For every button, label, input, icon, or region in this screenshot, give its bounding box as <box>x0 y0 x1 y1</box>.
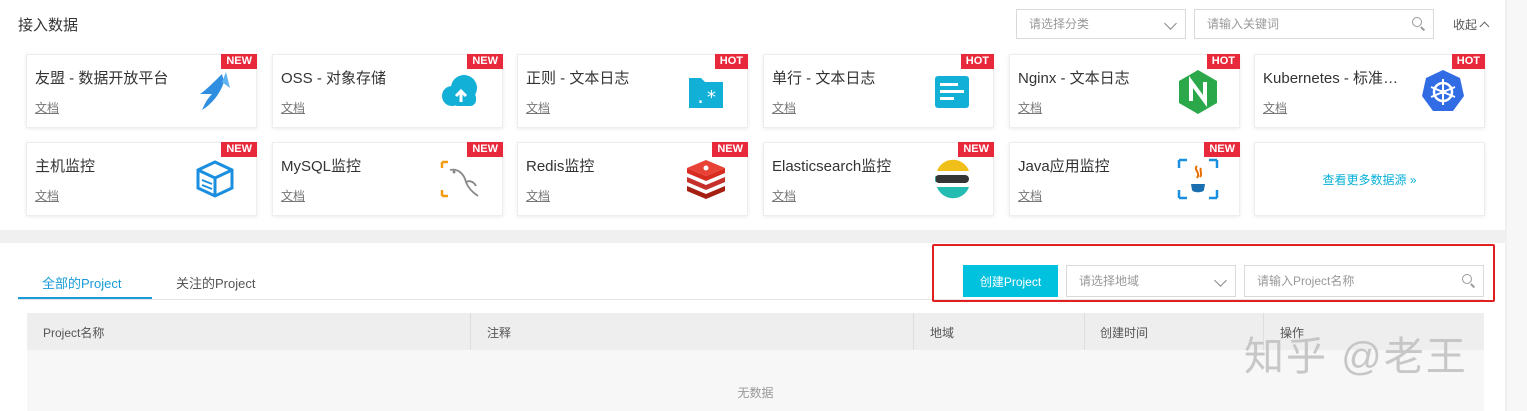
new-badge: NEW <box>958 142 994 157</box>
category-select-value: 请选择分类 <box>1029 17 1090 31</box>
mysql-icon <box>440 160 479 198</box>
source-card-single-line-log[interactable]: 单行 - 文本日志 文档 HOT <box>763 54 994 128</box>
more-sources-card[interactable]: 查看更多数据源 » <box>1254 142 1485 216</box>
source-card-elasticsearch[interactable]: Elasticsearch监控 文档 NEW <box>763 142 994 216</box>
source-card-host-monitor[interactable]: 主机监控 文档 NEW <box>26 142 257 216</box>
new-badge: NEW <box>221 54 257 69</box>
svg-text:.*: .* <box>695 87 717 108</box>
category-select[interactable]: 请选择分类 <box>1016 9 1186 39</box>
card-name: 单行 - 文本日志 <box>772 70 876 87</box>
search-icon[interactable] <box>1412 17 1426 31</box>
card-name: Nginx - 文本日志 <box>1018 70 1130 87</box>
regex-folder-icon: .* <box>689 78 723 108</box>
card-name: Kubernetes - 标准输出 <box>1263 70 1413 87</box>
doc-link[interactable]: 文档 <box>35 187 59 204</box>
doc-link[interactable]: 文档 <box>281 99 305 116</box>
doc-link[interactable]: 文档 <box>772 99 796 116</box>
card-name: 友盟 - 数据开放平台 <box>35 70 169 87</box>
chevron-down-icon <box>1164 17 1177 30</box>
hot-badge: HOT <box>714 54 748 69</box>
source-card-umeng[interactable]: 友盟 - 数据开放平台 文档 NEW <box>26 54 257 128</box>
kubernetes-icon <box>1422 70 1464 111</box>
highlight-annotation <box>932 244 1495 302</box>
column-divider <box>1084 313 1085 350</box>
new-badge: NEW <box>221 142 257 157</box>
column-header: 地域 <box>930 326 955 340</box>
tab-all-projects[interactable]: 全部的Project <box>42 273 121 292</box>
source-card-oss[interactable]: OSS - 对象存储 文档 NEW <box>272 54 503 128</box>
elasticsearch-icon <box>935 159 969 199</box>
more-sources-link[interactable]: 查看更多数据源 » <box>1255 171 1484 188</box>
hot-badge: HOT <box>960 54 994 69</box>
empty-state-text: 无数据 <box>737 386 774 400</box>
doc-link[interactable]: 文档 <box>1263 99 1287 116</box>
chevron-up-icon <box>1479 21 1490 32</box>
oss-cloud-icon <box>442 75 477 106</box>
new-badge: NEW <box>1204 142 1240 157</box>
new-badge: NEW <box>467 142 503 157</box>
column-header: 注释 <box>487 326 512 340</box>
card-name: 主机监控 <box>35 158 96 175</box>
tab-followed-projects[interactable]: 关注的Project <box>176 273 255 292</box>
column-header: 创建时间 <box>1100 326 1149 340</box>
doc-link[interactable]: 文档 <box>1018 187 1042 204</box>
watermark: 知乎 @老王 <box>1244 335 1468 379</box>
card-name: Redis监控 <box>526 158 595 175</box>
source-card-java[interactable]: Java应用监控 文档 NEW <box>1009 142 1240 216</box>
column-divider <box>913 313 914 350</box>
new-badge: NEW <box>712 142 748 157</box>
scrollbar-track[interactable] <box>1507 0 1527 411</box>
column-divider <box>470 313 471 350</box>
column-header: Project名称 <box>43 326 105 340</box>
doc-link[interactable]: 文档 <box>526 99 550 116</box>
new-badge: NEW <box>467 54 503 69</box>
doc-link[interactable]: 文档 <box>526 187 550 204</box>
nginx-icon <box>1179 70 1217 114</box>
keyword-search-input[interactable] <box>1194 9 1434 39</box>
card-name: 正则 - 文本日志 <box>526 70 630 87</box>
java-icon <box>1177 158 1219 200</box>
source-card-kubernetes[interactable]: Kubernetes - 标准输出 文档 HOT <box>1254 54 1485 128</box>
card-name: Java应用监控 <box>1018 158 1110 175</box>
source-card-regex-log[interactable]: 正则 - 文本日志 文档 HOT .* <box>517 54 748 128</box>
redis-icon <box>687 160 725 199</box>
single-line-log-icon <box>935 76 969 108</box>
source-card-mysql[interactable]: MySQL监控 文档 NEW <box>272 142 503 216</box>
hot-badge: HOT <box>1451 54 1485 69</box>
collapse-button[interactable]: 收起 <box>1453 16 1490 33</box>
doc-link[interactable]: 文档 <box>772 187 796 204</box>
collapse-label: 收起 <box>1453 18 1478 32</box>
card-name: OSS - 对象存储 <box>281 70 387 87</box>
source-card-nginx[interactable]: Nginx - 文本日志 文档 HOT <box>1009 54 1240 128</box>
doc-link[interactable]: 文档 <box>281 187 305 204</box>
source-card-redis[interactable]: Redis监控 文档 NEW <box>517 142 748 216</box>
card-name: Elasticsearch监控 <box>772 158 892 175</box>
doc-link[interactable]: 文档 <box>35 99 59 116</box>
umeng-icon <box>200 72 230 110</box>
section-title: 接入数据 <box>18 17 79 34</box>
hot-badge: HOT <box>1206 54 1240 69</box>
host-monitor-icon <box>196 160 234 198</box>
doc-link[interactable]: 文档 <box>1018 99 1042 116</box>
active-tab-indicator <box>18 297 152 299</box>
card-name: MySQL监控 <box>281 158 362 175</box>
